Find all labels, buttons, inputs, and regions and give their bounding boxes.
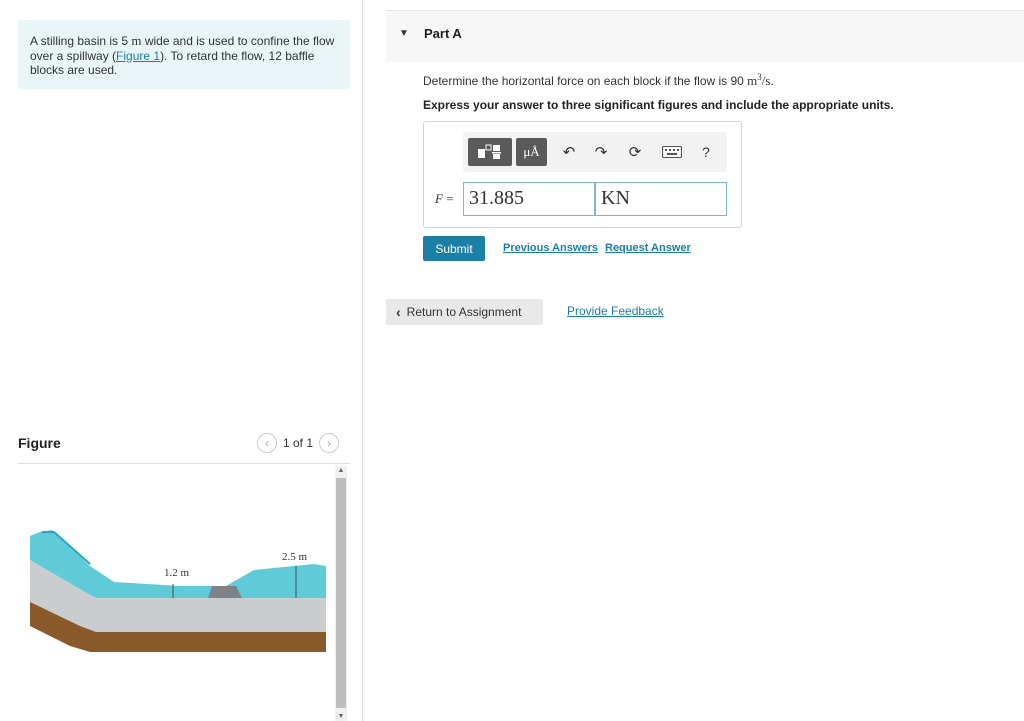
templates-icon[interactable] [468,138,512,166]
chevron-left-icon: ‹ [396,304,401,320]
provide-feedback-link[interactable]: Provide Feedback [567,304,664,318]
part-header[interactable]: ▼ Part A [386,10,1024,62]
previous-answers-link[interactable]: Previous Answers [503,242,598,254]
keyboard-icon[interactable] [659,138,685,166]
dim-label-left: 1.2 m [164,567,190,579]
return-label: Return to Assignment [406,305,522,319]
math-toolbar: μÅ ↶ ↷ ⟳ ? [463,132,727,172]
figure-scrollbar[interactable]: ▲ ▼ [335,466,347,721]
equals-sign: = [446,191,454,206]
collapse-caret-icon[interactable]: ▼ [399,28,409,39]
chevron-right-icon[interactable]: › [319,433,340,453]
variable-name: F [435,191,443,206]
undo-icon[interactable]: ↶ [557,138,581,166]
question-text-2: /s. [761,73,774,88]
problem-unit: m [131,33,142,48]
request-answer-link[interactable]: Request Answer [605,242,691,254]
answer-box: μÅ ↶ ↷ ⟳ ? F = 31.885 KN [423,121,742,228]
column-divider [362,0,363,721]
help-icon[interactable]: ? [694,138,718,166]
part-title: Part A [424,26,462,41]
baffle-block [208,586,242,598]
stilling-basin-figure: 1.2 m 2.5 m [30,530,326,652]
chevron-left-icon[interactable]: ‹ [257,433,277,453]
figure-page-count: 1 of 1 [283,436,314,450]
scroll-up-icon[interactable]: ▲ [335,467,347,474]
redo-icon[interactable]: ↷ [589,138,613,166]
reset-icon[interactable]: ⟳ [623,138,647,166]
figure-link[interactable]: Figure 1 [116,49,160,63]
question-unit: m [747,73,758,88]
scroll-thumb[interactable] [336,478,346,708]
submit-button[interactable]: Submit [423,236,485,261]
question-text-1: Determine the horizontal force on each b… [423,74,748,88]
return-to-assignment-button[interactable]: ‹ Return to Assignment [386,299,543,325]
question-text: Determine the horizontal force on each b… [423,72,774,89]
instruction-text: Express your answer to three significant… [423,98,894,112]
figure-divider [18,463,350,464]
figure-title: Figure [18,435,61,451]
units-icon[interactable]: μÅ [516,138,547,166]
page: A stilling basin is 5 m wide and is used… [0,0,1024,721]
problem-statement: A stilling basin is 5 m wide and is used… [18,20,350,89]
answer-units-input[interactable]: KN [595,182,727,216]
dim-label-right: 2.5 m [282,551,308,563]
answer-value-input[interactable]: 31.885 [463,182,595,216]
figure-pager: ‹ 1 of 1 › [257,433,340,453]
answer-variable-label: F = [435,191,454,207]
scroll-down-icon[interactable]: ▼ [335,713,347,720]
problem-text-1: A stilling basin is 5 [30,34,132,48]
